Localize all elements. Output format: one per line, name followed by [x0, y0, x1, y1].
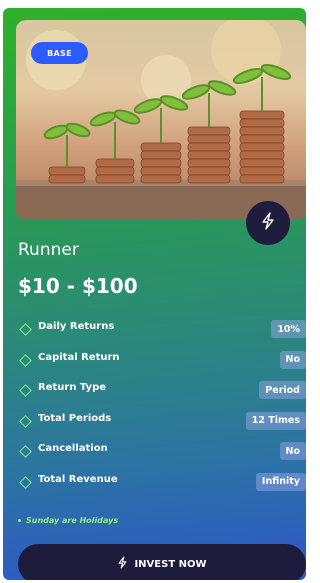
- detail-value: No: [279, 350, 306, 369]
- diamond-icon: [19, 414, 32, 428]
- plan-name: Runner: [18, 240, 79, 260]
- detail-label: Capital Return: [38, 351, 120, 363]
- detail-value: 12 Times: [245, 411, 306, 430]
- invest-now-label: INVEST NOW: [134, 558, 207, 570]
- bolt-button[interactable]: [246, 201, 290, 245]
- detail-label: Total Revenue: [38, 473, 118, 485]
- plan-image: BASE: [16, 20, 306, 220]
- invest-now-button[interactable]: INVEST NOW: [18, 544, 306, 580]
- detail-row-daily-returns: Daily Returns 10%: [18, 320, 306, 351]
- holiday-note-text: Sunday are Holidays: [26, 516, 119, 525]
- lightning-bolt-icon: [260, 212, 276, 234]
- diamond-icon: [19, 445, 32, 458]
- detail-value: Infinity: [255, 472, 306, 491]
- detail-row-total-revenue: Total Revenue Infinity: [18, 472, 306, 504]
- detail-label: Return Type: [38, 382, 107, 393]
- detail-label: Cancellation: [38, 443, 108, 454]
- detail-row-capital-return: Capital Return No: [18, 350, 306, 382]
- detail-value: 10%: [271, 320, 306, 338]
- bullet-dot-icon: [18, 519, 21, 522]
- detail-value: Period: [259, 381, 306, 399]
- diamond-icon: [19, 323, 32, 336]
- plan-details: Daily Returns 10% Capital Return No Retu…: [18, 320, 306, 503]
- diamond-icon: [19, 353, 32, 367]
- diamond-icon: [19, 384, 32, 397]
- detail-value: No: [279, 442, 306, 460]
- lightning-bolt-icon: [117, 556, 128, 572]
- holiday-note: Sunday are Holidays: [18, 516, 118, 525]
- detail-row-total-periods: Total Periods 12 Times: [18, 411, 306, 443]
- plan-card: BASE Runner $10 - $100 Daily Returns 10%…: [3, 8, 306, 580]
- detail-label: Daily Returns: [38, 321, 115, 332]
- plan-badge: BASE: [31, 42, 88, 64]
- diamond-icon: [19, 475, 32, 489]
- plan-price: $10 - $100: [18, 274, 138, 298]
- detail-row-return-type: Return Type Period: [18, 381, 306, 412]
- detail-row-cancellation: Cancellation No: [18, 442, 306, 473]
- detail-label: Total Periods: [38, 412, 112, 424]
